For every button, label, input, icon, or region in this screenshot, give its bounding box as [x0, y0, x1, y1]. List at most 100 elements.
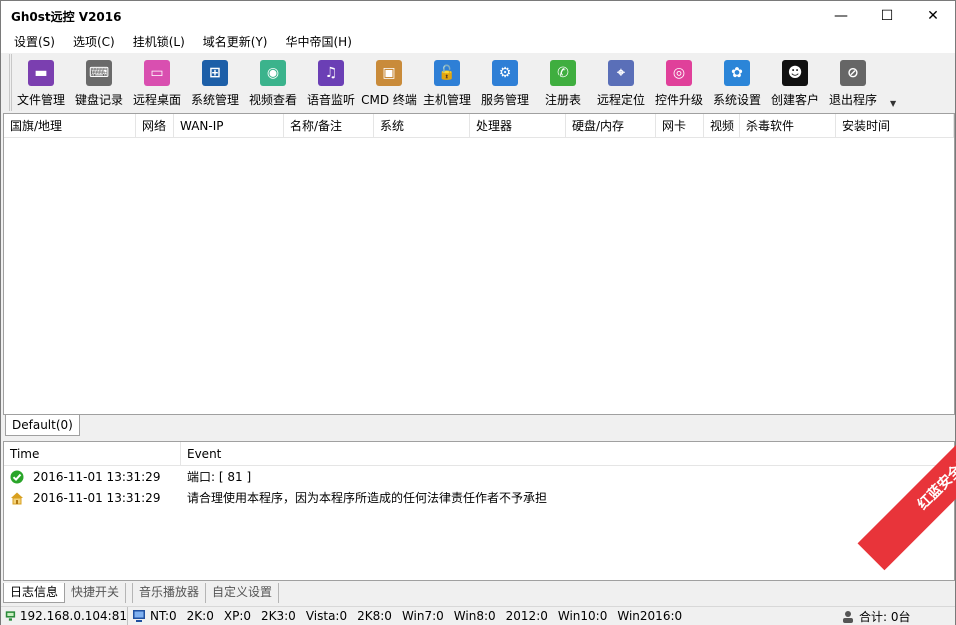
group-tabstrip: Default(0)	[3, 415, 955, 437]
toolbar-button-monitor[interactable]: ▭ 远程桌面	[128, 54, 186, 111]
os-count: 2K8:0	[357, 609, 392, 623]
tab-default-group[interactable]: Default(0)	[5, 415, 80, 436]
log-event-text: 请合理使用本程序，因为本程序所造成的任何法律责任作者不予承担	[187, 491, 548, 505]
toolbar-button-folder[interactable]: ▬ 文件管理	[12, 54, 70, 111]
tab-log-info[interactable]: 日志信息	[3, 583, 66, 603]
menu-domain-update[interactable]: 域名更新(Y)	[194, 31, 277, 53]
os-count: 2K3:0	[261, 609, 296, 623]
windows-icon: ⊞	[202, 60, 228, 86]
toolbar-button-label: 控件升级	[654, 93, 703, 107]
tab-custom-settings[interactable]: 自定义设置	[206, 583, 280, 603]
client-list-header: 国旗/地理 网络 WAN-IP 名称/备注 系统 处理器 硬盘/内存 网卡 视频 杀毒软件 安装时间	[4, 114, 954, 138]
log-col-time[interactable]: Time	[4, 442, 181, 466]
toolbar: ▬ 文件管理 ⌨ 键盘记录 ▭ 远程桌面 ⊞ 系统管理 ◉ 视频查看 ♫ 语音监听 ▣ CMD 终端 🔓 主机…	[9, 54, 902, 111]
os-count: Win8:0	[453, 609, 496, 623]
home-icon	[9, 490, 25, 506]
client-col-header[interactable]: WAN-IP	[174, 114, 284, 138]
toolbar-button-windows[interactable]: ⊞ 系统管理	[186, 54, 244, 111]
client-col-header[interactable]: 硬盘/内存	[566, 114, 656, 138]
maximize-button[interactable]: ☐	[864, 1, 910, 31]
toolbar-button-label: 语音监听	[306, 93, 355, 107]
lock-icon: 🔓	[434, 60, 460, 86]
log-row[interactable]: 2016-11-01 13:31:29 端口: [ 81 ]	[4, 466, 954, 487]
window-title: Gh0st远控 V2016	[11, 10, 122, 24]
toolbar-overflow-icon[interactable]: ▼	[890, 99, 896, 108]
toolbar-button-label: 视频查看	[248, 93, 297, 107]
toolbar-button-exit[interactable]: ⊘ 退出程序	[824, 54, 882, 111]
toolbar-button-camera[interactable]: ◉ 视频查看	[244, 54, 302, 111]
exit-icon: ⊘	[840, 60, 866, 86]
upgrade-icon: ◎	[666, 60, 692, 86]
toolbar-button-label: 系统设置	[712, 93, 761, 107]
os-count: 2K:0	[186, 609, 214, 623]
status-ip-text: 192.168.0.104:81	[19, 609, 127, 623]
toolbar-button-services[interactable]: ⚙ 服务管理	[476, 54, 534, 111]
log-time-cell: 2016-11-01 13:31:29	[4, 490, 181, 506]
os-count: Win10:0	[557, 609, 608, 623]
os-count: Win2016:0	[617, 609, 683, 623]
toolbar-button-lock[interactable]: 🔓 主机管理	[418, 54, 476, 111]
client-col-header[interactable]: 安装时间	[836, 114, 954, 138]
status-os-counts: NT:0 2K:0 XP:0 2K3:0 Vista:0 2K8:0 Win7:0 Win8:…	[127, 606, 692, 625]
status-total: 合计: 0台	[841, 608, 911, 625]
client-col-header[interactable]: 国旗/地理	[4, 114, 136, 138]
log-rows: 2016-11-01 13:31:29 端口: [ 81 ] 2016-11-01 …	[4, 466, 954, 508]
toolbar-button-user[interactable]: ☻ 创建客户	[766, 54, 824, 111]
tab-separator	[126, 583, 134, 603]
minimize-button[interactable]: —	[818, 1, 864, 31]
toolbar-button-upgrade[interactable]: ◎ 控件升级	[650, 54, 708, 111]
os-count: NT:0	[150, 609, 177, 623]
toolbar-button-label: 创建客户	[770, 93, 819, 107]
terminal-icon: ▣	[376, 60, 402, 86]
toolbar-button-location[interactable]: ⌖ 远程定位	[592, 54, 650, 111]
check-icon	[9, 469, 25, 485]
log-panel[interactable]: Time Event 2016-11-01 13:31:29 端口: [ 81 ]…	[3, 441, 955, 581]
client-col-header[interactable]: 名称/备注	[284, 114, 374, 138]
toolbar-button-keyboard[interactable]: ⌨ 键盘记录	[70, 54, 128, 111]
settings-icon: ✿	[724, 60, 750, 86]
user-icon: ☻	[782, 60, 808, 86]
user-group-icon	[843, 610, 853, 623]
os-count: 2012:0	[505, 609, 548, 623]
services-icon: ⚙	[492, 60, 518, 86]
network-icon	[5, 611, 16, 621]
status-listen-address: 192.168.0.104:81	[1, 609, 127, 623]
toolbar-button-label: 系统管理	[190, 93, 239, 107]
title-bar: Gh0st远控 V2016 — ☐ ✕	[1, 1, 955, 31]
toolbar-button-terminal[interactable]: ▣ CMD 终端	[360, 54, 418, 111]
toolbar-button-label: 退出程序	[828, 93, 877, 107]
toolbar-button-label: 服务管理	[480, 93, 529, 107]
menu-options[interactable]: 选项(C)	[64, 31, 124, 53]
location-icon: ⌖	[608, 60, 634, 86]
status-bar: 192.168.0.104:81 NT:0 2K:0 XP:0 2K3:0 Vista:…	[1, 606, 955, 625]
log-row[interactable]: 2016-11-01 13:31:29 请合理使用本程序，因为本程序所造成的任何法…	[4, 487, 954, 508]
client-col-header[interactable]: 处理器	[470, 114, 566, 138]
menu-about[interactable]: 华中帝国(H)	[277, 31, 361, 53]
close-button[interactable]: ✕	[910, 1, 956, 31]
log-time-text: 2016-11-01 13:31:29	[33, 469, 161, 484]
client-col-header[interactable]: 网卡	[656, 114, 704, 138]
client-col-header[interactable]: 视频	[704, 114, 740, 138]
tab-quick-switch[interactable]: 快捷开关	[65, 583, 127, 603]
client-col-header[interactable]: 系统	[374, 114, 470, 138]
log-time-cell: 2016-11-01 13:31:29	[4, 469, 181, 485]
camera-icon: ◉	[260, 60, 286, 86]
status-total-text: 合计: 0台	[859, 610, 911, 624]
registry-icon: ✆	[550, 60, 576, 86]
menu-settings[interactable]: 设置(S)	[5, 31, 64, 53]
menu-lock[interactable]: 挂机锁(L)	[124, 31, 194, 53]
app-window: Gh0st远控 V2016 — ☐ ✕ 设置(S) 选项(C) 挂机锁(L) 域…	[0, 0, 956, 625]
client-list[interactable]: 国旗/地理 网络 WAN-IP 名称/备注 系统 处理器 硬盘/内存 网卡 视频 杀毒软件 安装时间	[3, 113, 955, 415]
toolbar-button-registry[interactable]: ✆ 注册表	[534, 54, 592, 111]
log-header: Time Event	[4, 442, 954, 466]
menu-bar: 设置(S) 选项(C) 挂机锁(L) 域名更新(Y) 华中帝国(H)	[1, 31, 955, 53]
toolbar-button-label: 键盘记录	[74, 93, 123, 107]
client-col-header[interactable]: 杀毒软件	[740, 114, 836, 138]
toolbar-button-music[interactable]: ♫ 语音监听	[302, 54, 360, 111]
computer-icon	[133, 610, 145, 622]
toolbar-button-settings[interactable]: ✿ 系统设置	[708, 54, 766, 111]
toolbar-button-label: 远程定位	[596, 93, 645, 107]
client-col-header[interactable]: 网络	[136, 114, 174, 138]
tab-music-player[interactable]: 音乐播放器	[133, 583, 207, 603]
log-col-event[interactable]: Event	[181, 442, 954, 466]
